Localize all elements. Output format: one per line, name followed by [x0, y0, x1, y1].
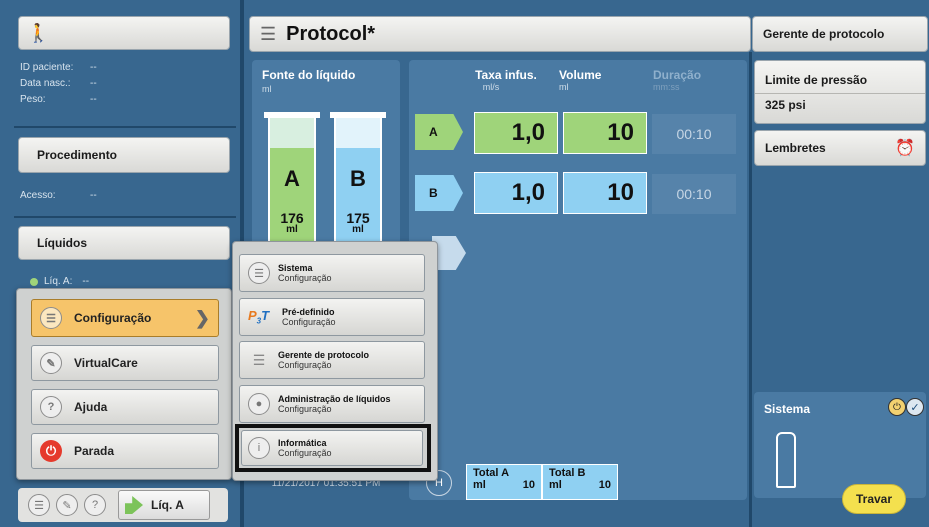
protocol-manager-button[interactable]: Gerente de protocolo [752, 16, 928, 52]
alarm-clock-icon: ⏰ [895, 140, 915, 157]
plug-icon[interactable]: ⏻ [888, 398, 906, 416]
submenu-system[interactable]: ☰ Sistema Configuração [239, 254, 425, 292]
patient-info: ID paciente: -- Data nasc.: -- Peso: -- [20, 62, 97, 105]
menu-item-virtualcare[interactable]: ✎ VirtualCare [31, 345, 219, 381]
submenu-preset[interactable]: P3T Pré-definido Configuração [239, 298, 425, 336]
menu-item-help[interactable]: ? Ajuda [31, 389, 219, 425]
liquids-button[interactable]: Líquidos [18, 226, 230, 260]
config-circle-icon[interactable]: ☰ [28, 494, 50, 516]
lock-button[interactable]: Travar [842, 484, 906, 514]
syringe-a[interactable]: A 176 ml [264, 112, 320, 250]
procedure-button[interactable]: Procedimento [18, 137, 230, 173]
phase-b-duration[interactable]: 00:10 [652, 174, 736, 214]
liq-a-row: Líq. A: -- [30, 276, 89, 287]
main-menu: ☰ Configuração ❯ ✎ VirtualCare ? Ajuda ⏻… [16, 288, 232, 480]
wrench-icon: ✎ [40, 352, 62, 374]
pressure-limit-button[interactable]: Limite de pressão 325 psi [754, 60, 926, 124]
datetime: 11/21/2017 01:35:51 PM [271, 478, 381, 489]
help-circle-icon[interactable]: ? [84, 494, 106, 516]
phase-b-tag[interactable]: B [415, 175, 463, 211]
injector-icon [776, 432, 796, 488]
page-title: Protocol* [286, 22, 376, 45]
syringe-b[interactable]: B 175 ml [330, 112, 386, 250]
system-panel: Sistema ⏻ ✓ [754, 392, 926, 498]
chevron-right-icon: ❯ [194, 307, 210, 328]
submenu-informatics[interactable]: i Informática Configuração [241, 430, 423, 466]
access-row: Acesso: -- [20, 190, 97, 201]
system-list-icon: ☰ [248, 262, 270, 284]
list-icon: ☰ [252, 351, 266, 368]
phase-b-rate[interactable]: 1,0 [474, 172, 558, 214]
help-icon: ? [40, 396, 62, 418]
p3t-icon: P3T [248, 308, 270, 326]
reminders-button[interactable]: Lembretes ⏰ [754, 130, 926, 166]
submenu-protocol-manager[interactable]: ☰ Gerente de protocolo Configuração [239, 341, 425, 379]
fluid-source-panel: Fonte do líquido ml A 176 ml B 175 ml [252, 60, 400, 250]
wrench-circle-icon[interactable]: ✎ [56, 494, 78, 516]
list-icon: ☰ [260, 23, 277, 44]
config-submenu: ☰ Sistema Configuração P3T Pré-definido Co… [232, 241, 438, 481]
config-icon: ☰ [40, 307, 62, 329]
bottom-toolbar: ☰ ✎ ? Líq. A [18, 488, 228, 522]
check-icon[interactable]: ✓ [906, 398, 924, 416]
arrow-icon [125, 496, 143, 514]
power-icon: ⏻ [40, 440, 62, 462]
person-icon: 🚶 [27, 22, 50, 43]
phase-a-duration[interactable]: 00:10 [652, 114, 736, 154]
info-icon: i [248, 437, 270, 459]
phase-b-volume[interactable]: 10 [563, 172, 647, 214]
menu-item-configuration[interactable]: ☰ Configuração ❯ [31, 299, 219, 337]
patient-button[interactable]: 🚶 [18, 16, 230, 50]
phase-a-rate[interactable]: 1,0 [474, 112, 558, 154]
total-a-box: Total A ml 10 [466, 464, 542, 500]
green-dot-icon [30, 277, 38, 286]
protocol-header[interactable]: ☰ Protocol* [249, 16, 751, 52]
drop-icon: ● [248, 393, 270, 415]
menu-item-stop[interactable]: ⏻ Parada [31, 433, 219, 469]
phase-a-tag[interactable]: A [415, 114, 463, 150]
phase-a-volume[interactable]: 10 [563, 112, 647, 154]
total-b-box: Total B ml 10 [542, 464, 618, 500]
submenu-fluid-admin[interactable]: ● Administração de líquidos Configuração [239, 385, 425, 423]
liq-a-button[interactable]: Líq. A [118, 490, 210, 520]
